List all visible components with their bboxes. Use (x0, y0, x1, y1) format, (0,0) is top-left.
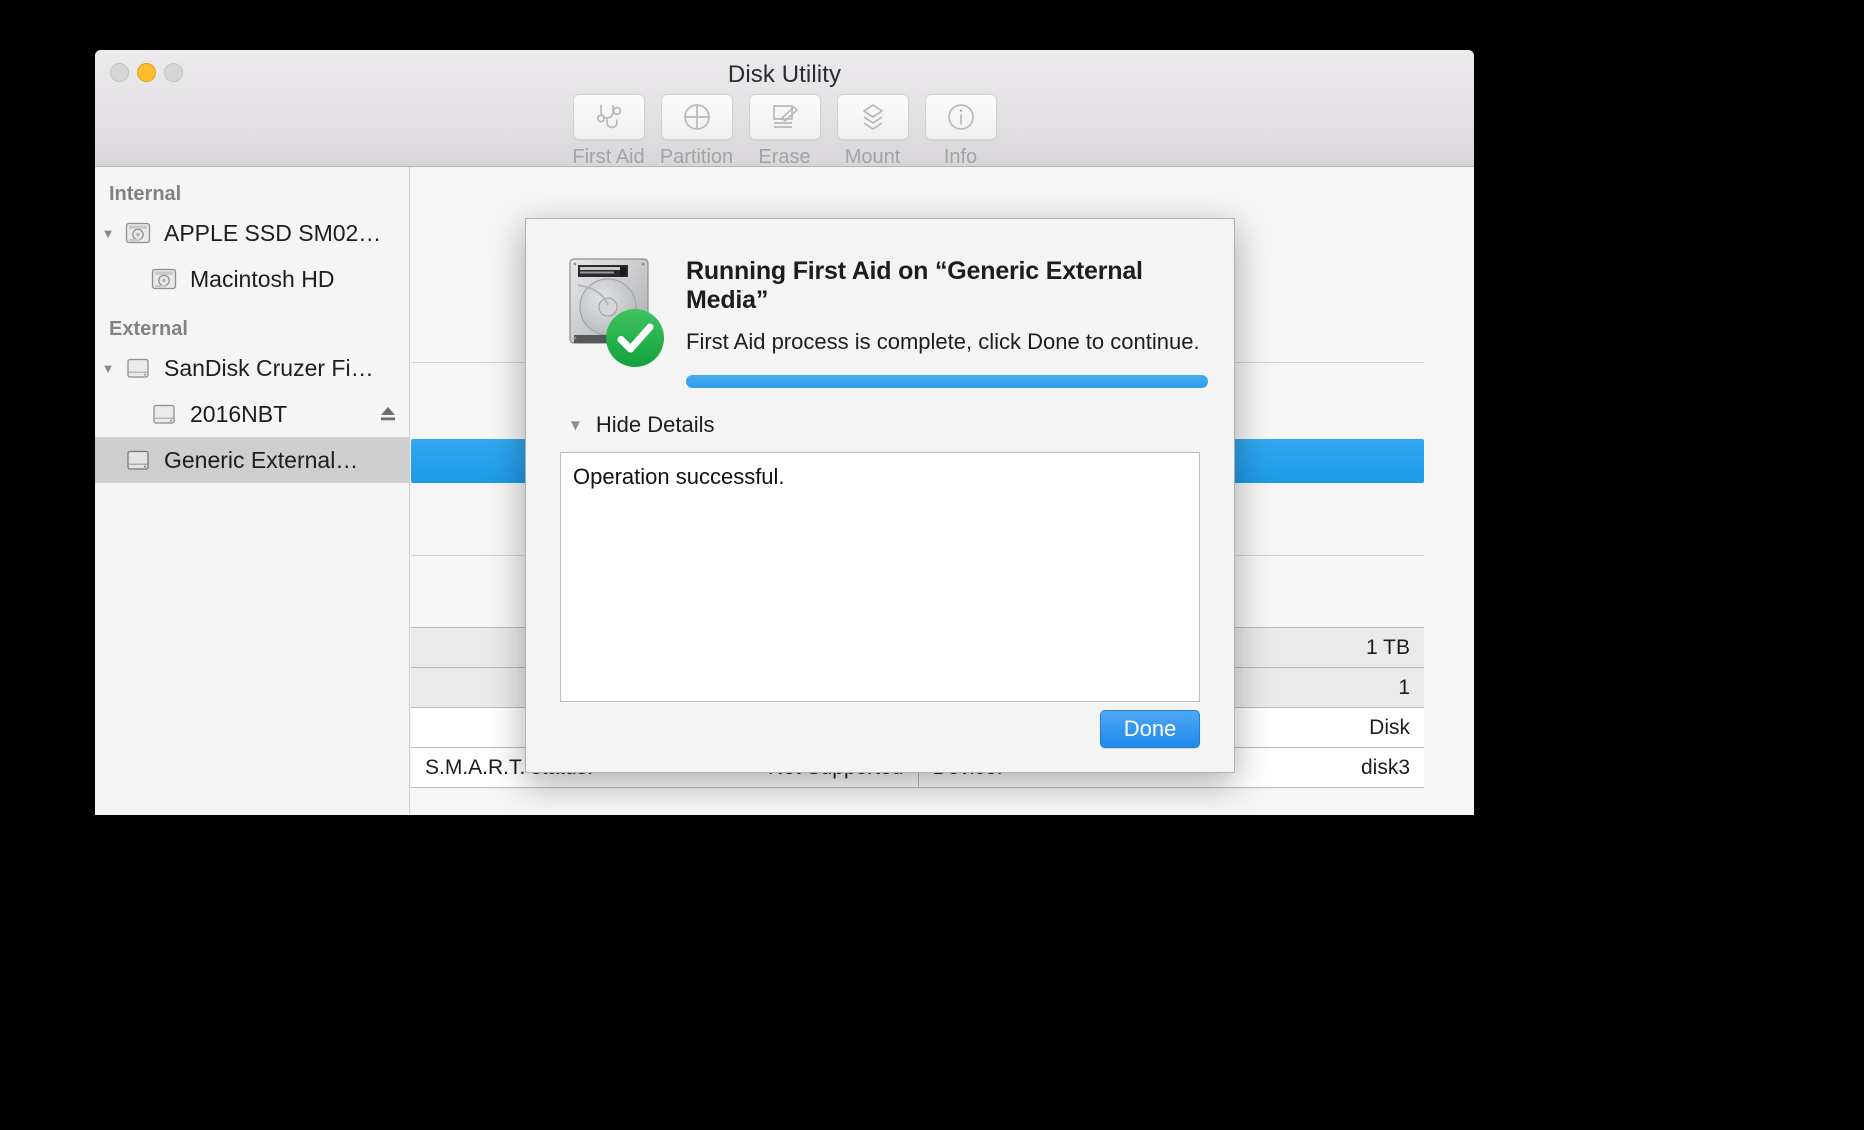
hide-details-label: Hide Details (595, 412, 715, 437)
eject-icon[interactable] (377, 403, 399, 425)
sidebar: Internal ▼ APPLE SSD SM02… ▼ (95, 167, 410, 815)
toolbar-item-first-aid[interactable]: First Aid (569, 94, 649, 169)
external-drive-icon (121, 353, 155, 383)
success-check-icon (604, 307, 666, 374)
toolbar-label: Mount (844, 146, 901, 168)
info-value: 1 (1398, 675, 1410, 699)
sidebar-item-label: Generic External… (164, 446, 359, 473)
disclosure-spacer: ▼ (95, 454, 121, 467)
stethoscope-icon (592, 100, 626, 134)
first-aid-sheet-dialog: Running First Aid on “Generic External M… (525, 218, 1235, 773)
first-aid-button[interactable] (572, 94, 645, 140)
toolbar-label: First Aid (572, 146, 645, 168)
disclosure-triangle-icon[interactable]: ▼ (95, 227, 121, 240)
toolbar-label: Partition (659, 146, 734, 168)
toolbar-item-partition[interactable]: Partition (657, 94, 737, 169)
erase-icon (769, 101, 801, 133)
toolbar-label: Erase (758, 146, 811, 168)
screen: Disk Utility First Aid Partition Erase M… (0, 0, 1864, 1130)
sidebar-item-apple-ssd[interactable]: ▼ APPLE SSD SM02… (95, 210, 409, 256)
details-log-textarea[interactable]: Operation successful. (560, 452, 1200, 702)
disclosure-triangle-icon[interactable]: ▼ (568, 418, 583, 433)
toolbar-item-info[interactable]: Info (921, 94, 1001, 169)
sidebar-item-2016nbt[interactable]: ▼ 2016NBT (95, 391, 409, 437)
info-icon (945, 101, 977, 133)
sidebar-group-header-external: External (109, 318, 188, 340)
sheet-footer: Done (526, 686, 1234, 772)
external-drive-icon (147, 399, 181, 429)
done-button[interactable]: Done (1100, 710, 1200, 748)
hard-disk-icon (121, 218, 155, 248)
progress-bar (686, 375, 1208, 388)
window-title: Disk Utility (727, 61, 842, 88)
sidebar-item-label: SanDisk Cruzer Fi… (164, 354, 374, 381)
disk-utility-window: Disk Utility First Aid Partition Erase M… (95, 50, 1474, 815)
pie-chart-icon (681, 101, 713, 133)
sheet-header: Running First Aid on “Generic External M… (526, 219, 1234, 388)
partition-button[interactable] (660, 94, 733, 140)
disclosure-spacer: ▼ (95, 273, 121, 286)
erase-button[interactable] (748, 94, 821, 140)
toolbar-item-mount[interactable]: Mount (833, 94, 913, 169)
sheet-subtitle: First Aid process is complete, click Don… (686, 329, 1200, 354)
toolbar-label: Info (943, 146, 978, 168)
mount-icon (858, 101, 888, 133)
toolbar: First Aid Partition Erase Mount Info (95, 94, 1474, 169)
sidebar-item-sandisk-cruzer[interactable]: ▼ SanDisk Cruzer Fi… (95, 345, 409, 391)
sidebar-item-label: 2016NBT (190, 400, 288, 427)
sheet-text-block: Running First Aid on “Generic External M… (686, 251, 1208, 388)
hard-disk-icon (147, 264, 181, 294)
hide-details-toggle[interactable]: ▼ Hide Details (568, 412, 1234, 438)
info-value: 1 TB (1366, 635, 1410, 659)
info-button[interactable] (924, 94, 997, 140)
info-value: Disk (1369, 715, 1410, 739)
sidebar-item-label: APPLE SSD SM02… (164, 219, 382, 246)
sidebar-group-header-internal: Internal (109, 183, 182, 205)
sidebar-item-generic-external[interactable]: ▼ Generic External… (95, 437, 409, 483)
mount-button[interactable] (836, 94, 909, 140)
disclosure-triangle-icon[interactable]: ▼ (95, 362, 121, 375)
device-value: disk3 (1360, 755, 1410, 779)
external-drive-icon (121, 445, 155, 475)
toolbar-item-erase[interactable]: Erase (745, 94, 825, 169)
details-log-text: Operation successful. (573, 464, 785, 489)
sidebar-item-label: Macintosh HD (190, 265, 335, 292)
sheet-title: Running First Aid on “Generic External M… (686, 257, 1143, 314)
hard-disk-icon (560, 251, 664, 388)
disclosure-spacer: ▼ (95, 408, 121, 421)
titlebar: Disk Utility First Aid Partition Erase M… (95, 50, 1474, 169)
sidebar-item-macintosh-hd[interactable]: ▼ Macintosh HD (95, 256, 409, 302)
